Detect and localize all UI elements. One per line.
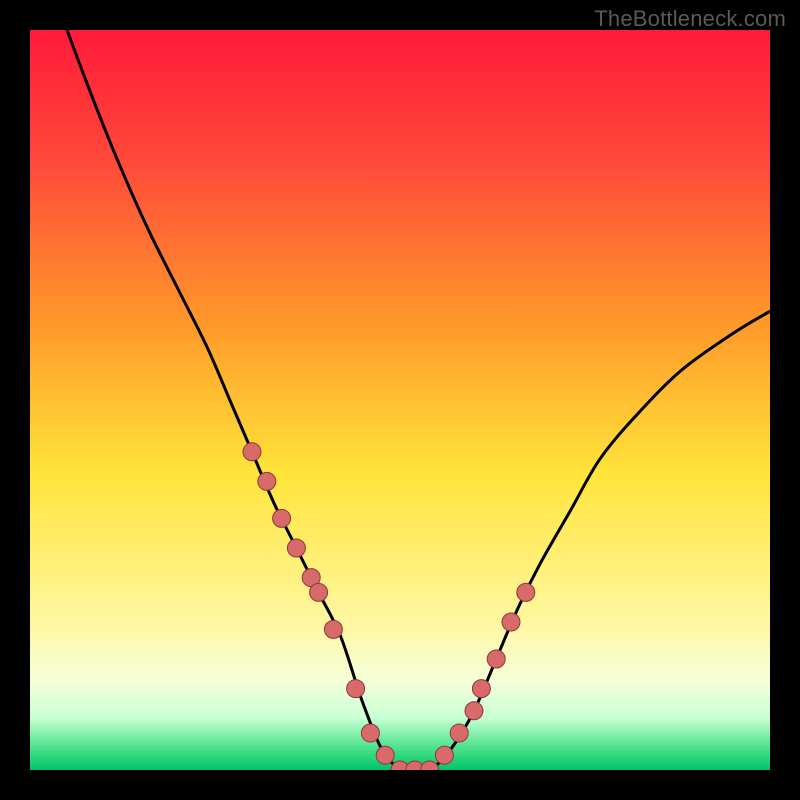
highlight-dot	[243, 443, 261, 461]
highlight-dot	[472, 680, 490, 698]
highlight-dot	[347, 680, 365, 698]
highlight-dot	[517, 583, 535, 601]
bottleneck-chart	[30, 30, 770, 770]
highlight-dot	[361, 724, 379, 742]
highlight-dot	[258, 472, 276, 490]
highlight-dot	[324, 620, 342, 638]
highlight-dot	[487, 650, 505, 668]
highlight-dot	[310, 583, 328, 601]
highlight-dot	[435, 746, 453, 764]
chart-frame: TheBottleneck.com	[0, 0, 800, 800]
highlight-dot	[287, 539, 305, 557]
highlight-dot	[502, 613, 520, 631]
watermark-text: TheBottleneck.com	[594, 6, 786, 32]
highlight-dot	[450, 724, 468, 742]
heat-background	[30, 30, 770, 770]
plot-area	[30, 30, 770, 770]
highlight-dot	[376, 746, 394, 764]
highlight-dot	[273, 509, 291, 527]
highlight-dot	[465, 702, 483, 720]
